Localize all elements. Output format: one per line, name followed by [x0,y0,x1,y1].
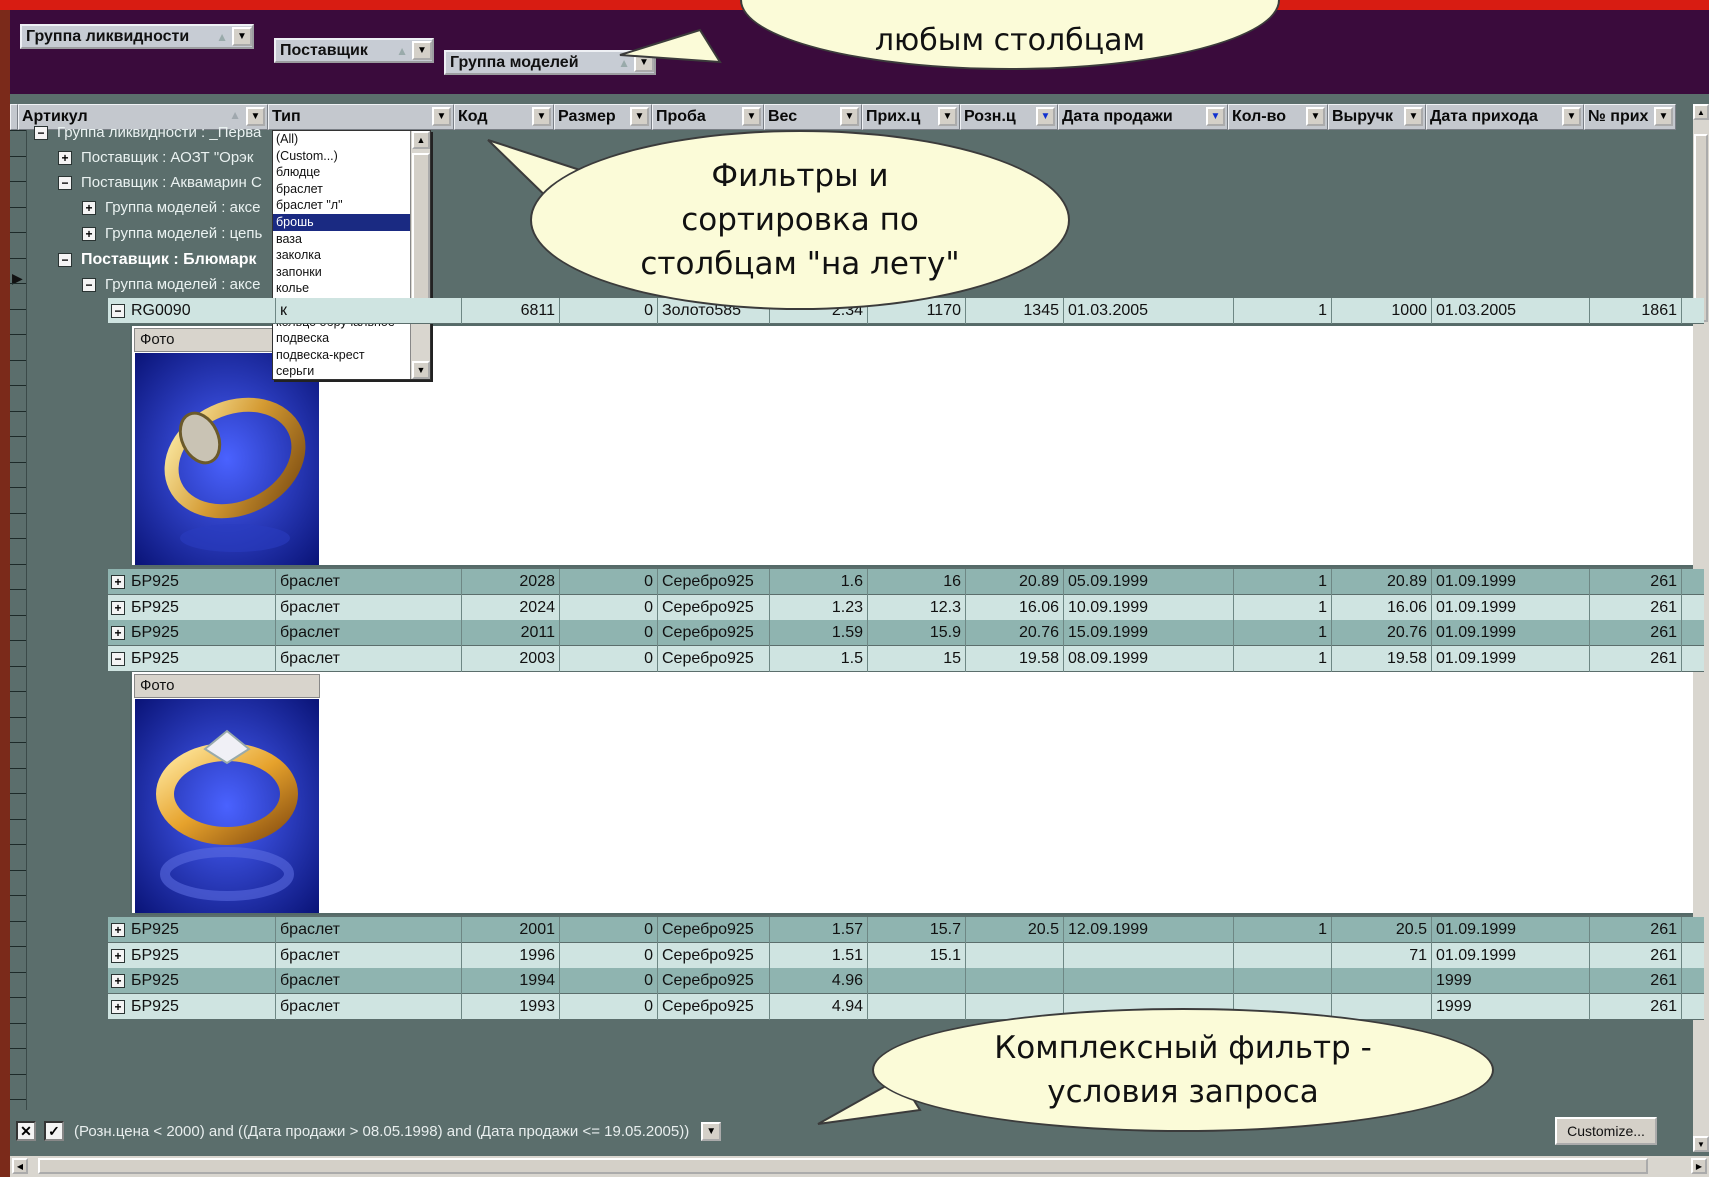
callout-filters: Фильтры и сортировка по столбцам "на лет… [530,130,1070,310]
callout-filters-text: Фильтры и сортировка по столбцам "на лет… [640,158,960,282]
callout-complex-filter: Комплексный фильтр - условия запроса [872,1008,1494,1132]
callout-top-text: любым столбцам [874,22,1146,58]
callout-complex-text: Комплексный фильтр - условия запроса [994,1030,1372,1110]
app-screen: Группа ликвидности ▲ ▼ Поставщик ▲ ▼ Гру… [0,0,1709,1177]
